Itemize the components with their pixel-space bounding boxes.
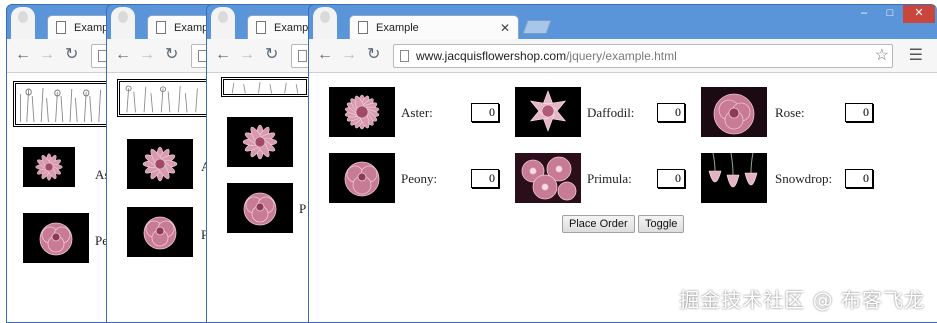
forward-arrow-icon[interactable]: → — [341, 46, 357, 64]
watermark-text: 掘金技术社区 @ 布客飞龙 — [679, 288, 925, 312]
page-icon — [358, 21, 368, 34]
page-icon — [298, 50, 307, 62]
star-icon[interactable]: ☆ — [875, 45, 889, 65]
address-bar[interactable]: www.jacquisflowershop.com/jquery/example… — [393, 44, 893, 68]
peony-image — [227, 183, 293, 233]
close-tab-icon[interactable]: ✕ — [500, 16, 510, 40]
close-window-icon[interactable]: ✕ — [903, 5, 935, 23]
reload-icon[interactable]: ↻ — [165, 46, 178, 64]
forward-arrow-icon[interactable]: → — [239, 46, 255, 64]
rose-image — [701, 87, 767, 137]
minimize-icon[interactable]: – — [853, 5, 875, 23]
snowdrop-image — [701, 153, 767, 203]
profile-avatar-icon[interactable] — [211, 7, 235, 41]
forward-arrow-icon[interactable]: → — [39, 46, 55, 64]
product-label-aster: Aster: — [401, 105, 433, 120]
aster-image — [127, 139, 193, 189]
quantity-input-snowdrop[interactable]: 0 — [845, 169, 873, 188]
url-path: /jquery/example.html — [566, 49, 677, 63]
new-tab-button[interactable] — [522, 20, 552, 34]
header-sketch-image — [13, 81, 109, 127]
primula-image — [515, 153, 581, 203]
page-icon — [256, 21, 266, 34]
profile-avatar-icon[interactable] — [11, 7, 35, 41]
menu-icon[interactable]: ☰ — [909, 45, 923, 65]
product-label-rose: Rose: — [775, 105, 805, 120]
quantity-input-peony[interactable]: 0 — [471, 169, 499, 188]
browser-window-main: Example ✕ – □ ✕ ← → ↻ www.jacquisflowers… — [308, 4, 937, 323]
forward-arrow-icon[interactable]: → — [139, 46, 155, 64]
quantity-input-rose[interactable]: 0 — [845, 103, 873, 122]
daffodil-image — [515, 87, 581, 137]
toggle-button[interactable]: Toggle — [638, 215, 685, 233]
page-icon — [400, 50, 409, 62]
quantity-input-daffodil[interactable]: 0 — [657, 103, 685, 122]
page-icon — [56, 21, 66, 34]
product-label-snowdrop: Snowdrop: — [775, 171, 833, 186]
maximize-icon[interactable]: □ — [879, 5, 901, 23]
profile-avatar-icon[interactable] — [111, 7, 135, 41]
product-label: P — [299, 201, 307, 216]
product-label-peony: Peony: — [401, 171, 438, 186]
header-sketch-image — [117, 79, 209, 117]
peony-image — [127, 207, 193, 257]
peony-image — [329, 153, 395, 203]
title-bar: Example ✕ – □ ✕ — [309, 5, 937, 41]
browser-tab[interactable]: Example ✕ — [349, 15, 519, 41]
quantity-input-aster[interactable]: 0 — [471, 103, 499, 122]
aster-image — [227, 117, 293, 167]
quantity-input-primula[interactable]: 0 — [657, 169, 685, 188]
browser-toolbar: ← → ↻ www.jacquisflowershop.com/jquery/e… — [309, 39, 937, 73]
place-order-button[interactable]: Place Order — [562, 215, 635, 233]
peony-image — [23, 213, 89, 263]
reload-icon[interactable]: ↻ — [367, 46, 380, 64]
reload-icon[interactable]: ↻ — [265, 46, 278, 64]
page-icon — [156, 21, 166, 34]
back-arrow-icon[interactable]: ← — [317, 46, 333, 64]
url-host: www.jacquisflowershop.com — [416, 49, 567, 63]
aster-image — [329, 87, 395, 137]
header-sketch-image — [221, 77, 309, 97]
tab-title: Example — [376, 22, 419, 34]
reload-icon[interactable]: ↻ — [65, 46, 78, 64]
back-arrow-icon[interactable]: ← — [15, 46, 31, 64]
back-arrow-icon[interactable]: ← — [115, 46, 131, 64]
aster-image — [23, 147, 75, 187]
profile-avatar-icon[interactable] — [313, 7, 337, 41]
product-label-daffodil: Daffodil: — [587, 105, 635, 120]
back-arrow-icon[interactable]: ← — [215, 46, 231, 64]
product-label-primula: Primula: — [587, 171, 632, 186]
